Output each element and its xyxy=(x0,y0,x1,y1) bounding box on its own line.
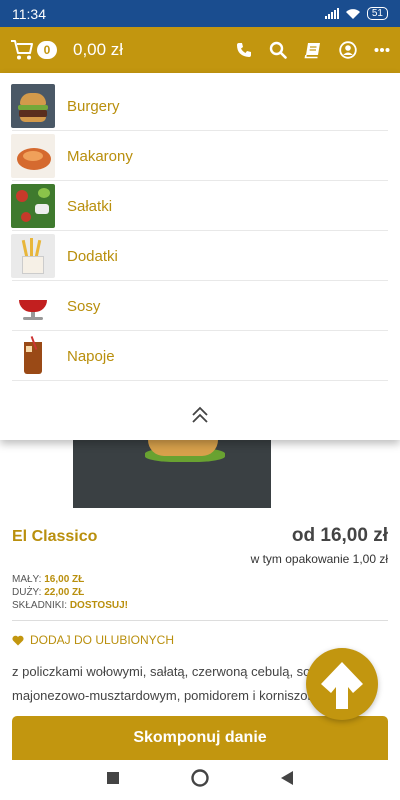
arrow-up-icon xyxy=(321,662,363,709)
more-button[interactable] xyxy=(374,47,390,53)
more-horizontal-icon xyxy=(374,48,390,52)
product-photo xyxy=(73,440,271,508)
size-large: DUŻY: 22,00 ZŁ xyxy=(12,587,85,598)
category-item-sauces[interactable]: Sosy xyxy=(0,281,400,331)
top-app-bar: 0 0,00 zł xyxy=(0,27,400,73)
cart-icon xyxy=(11,40,33,60)
phone-icon xyxy=(237,43,251,57)
category-label: Burgery xyxy=(67,97,120,115)
product-title: El Classico xyxy=(12,528,98,545)
status-time: 11:34 xyxy=(12,5,46,22)
heart-icon xyxy=(12,635,24,645)
category-label: Sosy xyxy=(67,297,101,315)
pasta-thumbnail xyxy=(11,134,55,178)
size-small: MAŁY: 16,00 ZŁ xyxy=(12,574,85,585)
search-button[interactable] xyxy=(269,41,287,59)
category-label: Makarony xyxy=(67,147,133,165)
fries-thumbnail xyxy=(11,234,55,278)
wifi-icon xyxy=(345,8,360,19)
category-item-drinks[interactable]: Napoje xyxy=(0,331,400,381)
category-label: Napoje xyxy=(67,347,115,365)
category-label: Dodatki xyxy=(67,247,118,265)
cart-button[interactable]: 0 xyxy=(10,39,57,61)
book-icon xyxy=(304,42,320,58)
drink-thumbnail xyxy=(11,334,55,378)
back-button[interactable] xyxy=(280,770,294,791)
product-price: od 16,00 zł xyxy=(291,525,388,546)
system-navigation-bar xyxy=(0,760,400,800)
account-button[interactable] xyxy=(339,41,357,59)
sauce-thumbnail xyxy=(11,284,55,328)
status-bar: 11:34 51 xyxy=(0,0,400,27)
back-triangle-icon xyxy=(281,770,293,785)
home-circle-icon xyxy=(191,768,209,787)
ingredients-row[interactable]: SKŁADNIKI: DOSTOSUJ! xyxy=(12,599,128,612)
category-dropdown: Burgery Makarony Sałatki Dodatki Sosy Na… xyxy=(0,73,400,440)
home-button[interactable] xyxy=(190,768,210,793)
cart-count-badge: 0 xyxy=(37,41,57,59)
cart-total[interactable]: 0,00 zł xyxy=(73,40,123,60)
user-icon xyxy=(339,41,357,59)
scroll-to-top-button[interactable] xyxy=(306,648,378,720)
favorites-label: DODAJ DO ULUBIONYCH xyxy=(30,633,175,647)
recent-apps-button[interactable] xyxy=(106,771,120,790)
add-to-favorites-button[interactable]: DODAJ DO ULUBIONYCH xyxy=(12,633,174,647)
signal-icon xyxy=(324,8,339,19)
salad-thumbnail xyxy=(11,184,55,228)
packaging-note: w tym opakowanie 1,00 zł xyxy=(250,552,388,566)
category-item-sides[interactable]: Dodatki xyxy=(0,231,400,281)
burger-thumbnail xyxy=(11,84,55,128)
divider xyxy=(12,620,388,621)
product-sizes: MAŁY: 16,00 ZŁ DUŻY: 22,00 ZŁ SKŁADNIKI:… xyxy=(12,573,128,612)
category-item-salads[interactable]: Sałatki xyxy=(0,181,400,231)
collapse-menu-button[interactable] xyxy=(188,405,212,430)
category-item-burgers[interactable]: Burgery xyxy=(0,81,400,131)
battery-icon: 51 xyxy=(366,7,388,20)
status-icons: 51 xyxy=(324,7,388,20)
menu-book-button[interactable] xyxy=(304,42,322,59)
search-icon xyxy=(269,41,287,59)
square-icon xyxy=(107,771,119,784)
compose-dish-button[interactable]: Skomponuj danie xyxy=(12,716,388,760)
category-item-pasta[interactable]: Makarony xyxy=(0,131,400,181)
double-chevron-up-icon xyxy=(192,406,208,423)
phone-button[interactable] xyxy=(236,42,252,58)
category-label: Sałatki xyxy=(67,197,113,215)
